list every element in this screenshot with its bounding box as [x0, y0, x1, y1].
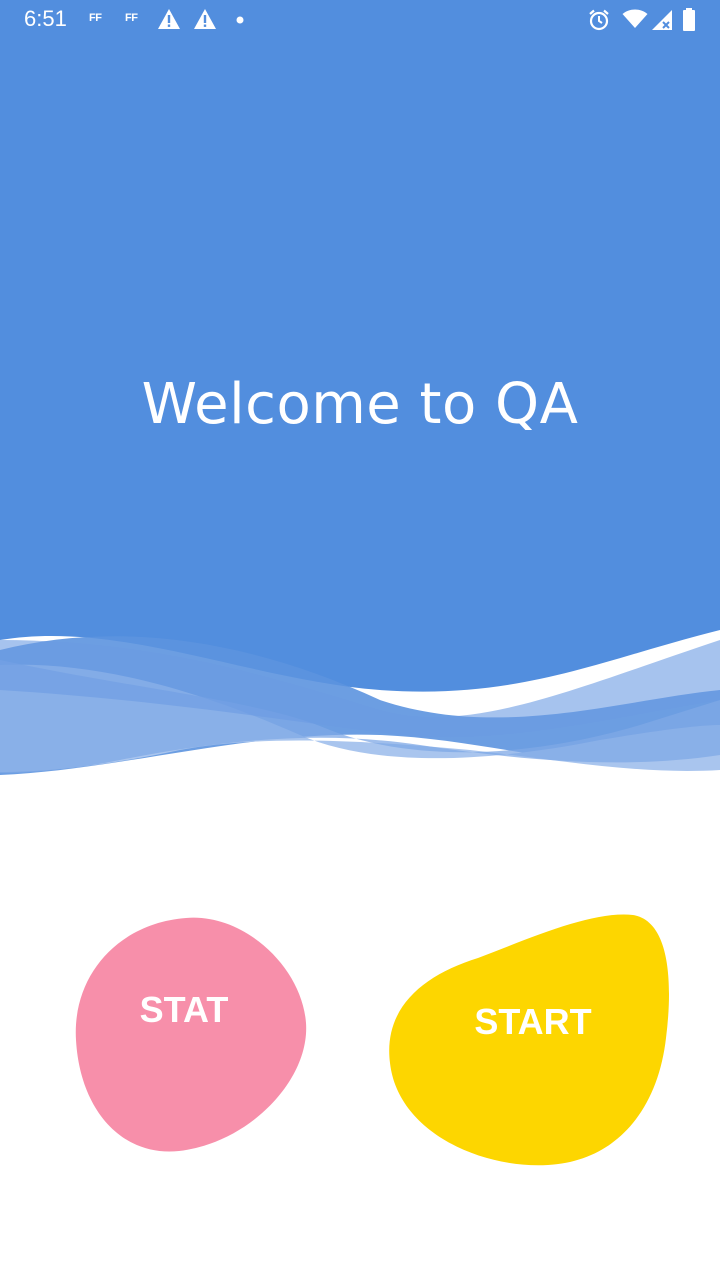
- welcome-title: Welcome to QA: [141, 372, 579, 437]
- battery-icon: [683, 8, 695, 31]
- stat-label: STAT: [139, 989, 229, 1030]
- firefox-ff-icon: FF: [125, 12, 138, 24]
- alarm-icon: [589, 9, 609, 31]
- warning-icon: [194, 9, 216, 29]
- start-label: START: [474, 1001, 592, 1042]
- warning-icon: [158, 9, 180, 29]
- stat-blob-shape: [75, 917, 307, 1152]
- status-bar: 6:51 FF FF: [0, 0, 720, 40]
- firefox-ff-icon: FF: [89, 12, 102, 24]
- header-banner: 6:51 FF FF Welcome to QA: [0, 0, 720, 780]
- dot-icon: [236, 16, 244, 24]
- wifi-icon: [622, 9, 648, 28]
- signal-icon: [652, 10, 672, 30]
- stat-button[interactable]: STAT: [74, 915, 310, 1155]
- status-time: 6:51: [24, 6, 67, 31]
- app-screen: 6:51 FF FF Welcome to QA STAT START: [0, 0, 720, 1280]
- start-button[interactable]: START: [388, 913, 672, 1167]
